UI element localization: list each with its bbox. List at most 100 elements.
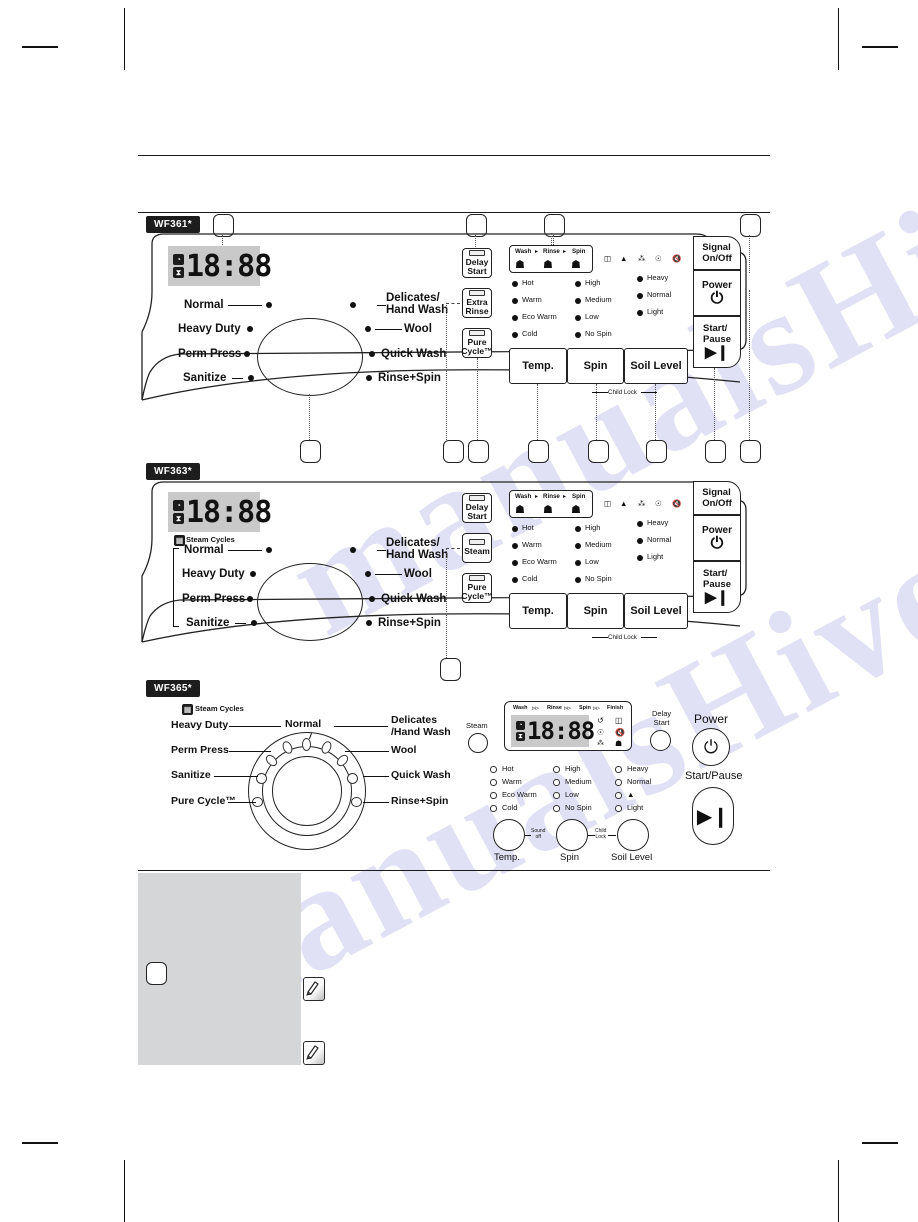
cycle-dot	[365, 326, 371, 332]
arrow-icon: ▸	[563, 248, 567, 255]
option-eco-warm-wf363: Eco Warm	[522, 557, 557, 566]
option-no-spin-wf363: No Spin	[585, 574, 612, 583]
button-soil-level-wf361[interactable]: Soil Level	[624, 348, 688, 384]
button-label: Start/ Pause	[703, 323, 731, 345]
button-delay-start-wf365[interactable]	[650, 730, 671, 751]
button-delay-start-wf361[interactable]: Delay Start	[462, 248, 492, 278]
button-start-pause-wf365[interactable]: ▶❙	[692, 787, 734, 845]
button-steam-wf363[interactable]: Steam	[462, 533, 492, 563]
led-dot	[637, 310, 643, 316]
crop-mark-top-right	[838, 8, 839, 70]
led-dot	[512, 577, 518, 583]
button-label: Pure Cycle™	[461, 336, 493, 356]
cycle-dial-wf361[interactable]	[257, 318, 363, 396]
knob-label-temp-wf365: Temp.	[494, 852, 520, 863]
button-led	[469, 574, 485, 581]
button-extra-rinse-wf361[interactable]: Extra Rinse	[462, 288, 492, 318]
button-power-wf361[interactable]: Power ⏻	[693, 270, 741, 316]
progress-step-wash: Wash	[515, 248, 532, 255]
button-soil-level-wf363[interactable]: Soil Level	[624, 593, 688, 629]
dial-slot	[256, 773, 267, 784]
cycle-dot	[247, 326, 253, 332]
child-lock-label-wf365: Child Lock	[595, 828, 607, 840]
cycle-dot	[244, 351, 250, 357]
callout-wf361-bot-2[interactable]	[443, 440, 464, 463]
knob-spin-wf365[interactable]	[556, 819, 588, 851]
knob-soil-level-wf365[interactable]	[617, 819, 649, 851]
led-dot	[575, 577, 581, 583]
callout-wf361-bot-3[interactable]	[468, 440, 489, 463]
button-spin-wf361[interactable]: Spin	[567, 348, 624, 384]
hourglass-icon: ⧗	[173, 267, 184, 278]
display-digits: 18:88	[186, 494, 272, 530]
key-lock-icon: ⁂	[638, 254, 646, 263]
option-normal-wf361: Normal	[647, 290, 672, 299]
leader-hair	[608, 835, 616, 836]
model-badge-wf361: WF361*	[146, 216, 200, 233]
clock-icon: ◔	[173, 500, 184, 511]
led-hot-wf365	[490, 766, 497, 773]
led-high-wf365	[553, 766, 560, 773]
button-spin-wf363[interactable]: Spin	[567, 593, 624, 629]
callout-wf361-bot-8[interactable]	[740, 440, 761, 463]
leader-hair	[214, 776, 258, 777]
cycle-label-rinse-spin-wf363: Rinse+Spin	[378, 617, 441, 629]
button-signal-onoff-wf361[interactable]: Signal On/Off	[693, 236, 741, 270]
steam-cycles-label-wf365: Steam Cycles	[195, 704, 244, 713]
progress-indicator-wf361: Wash ▸ Rinse ▸ Spin ☗ ☗ ☗	[509, 245, 593, 273]
led-heavy-wf365	[615, 766, 622, 773]
leader-hair	[363, 776, 389, 777]
delay-icon: ↺	[597, 716, 604, 725]
button-power-wf365[interactable]: ⏻	[692, 728, 730, 766]
rinse-basket-icon: ☗	[543, 259, 553, 271]
progress-step-finish: Finish	[607, 705, 624, 711]
manual-page: manualsHive manualsHive WF361* ◔ ⧗ 18:88…	[0, 0, 918, 1222]
callout-wf361-bot-6[interactable]	[646, 440, 667, 463]
callout-footer[interactable]	[146, 962, 167, 985]
arrow-icon: ▸	[535, 493, 539, 500]
display-indicator-icons: ◔ ⧗	[516, 721, 525, 741]
leader-line	[714, 368, 715, 442]
leader-hair	[592, 392, 608, 393]
button-power-wf363[interactable]: Power ⏻	[693, 515, 741, 561]
callout-wf363-bot-1[interactable]	[440, 658, 461, 681]
button-temp-wf361[interactable]: Temp.	[509, 348, 567, 384]
leader-hair	[229, 751, 271, 752]
led-dot	[637, 521, 643, 527]
button-steam-wf365[interactable]	[468, 733, 488, 753]
leader-hair	[641, 637, 657, 638]
cycle-label-heavy-duty-wf363: Heavy Duty	[182, 568, 245, 580]
cycle-dial-wf363[interactable]	[257, 563, 363, 641]
callout-wf361-bot-7[interactable]	[705, 440, 726, 463]
led-cold-wf365	[490, 805, 497, 812]
knob-temp-wf365[interactable]	[493, 819, 525, 851]
button-pure-cycle-wf363[interactable]: Pure Cycle™	[461, 573, 493, 603]
display-wf363: ◔ ⧗ 18:88	[168, 492, 272, 532]
clock-icon: ◔	[516, 721, 525, 730]
button-label: Signal On/Off	[702, 242, 732, 264]
bucket-icon: ◫	[615, 716, 623, 725]
option-hot-wf365: Hot	[502, 764, 514, 773]
dial-label-delicates-wf365: Delicates /Hand Wash	[391, 714, 451, 738]
callout-wf361-bot-1[interactable]	[300, 440, 321, 463]
button-label: Delay Start	[465, 256, 489, 276]
leader-line	[446, 303, 447, 442]
cycle-dot	[350, 302, 356, 308]
power-icon: ⏻	[703, 736, 719, 757]
button-start-pause-wf361[interactable]: Start/ Pause ▶❙	[693, 316, 741, 368]
led-dot	[575, 560, 581, 566]
button-delay-start-wf363[interactable]: Delay Start	[462, 493, 492, 523]
arrow-icon: ▸	[563, 493, 567, 500]
button-label: Spin	[583, 605, 608, 617]
callout-wf361-bot-5[interactable]	[588, 440, 609, 463]
callout-wf361-bot-4[interactable]	[528, 440, 549, 463]
button-temp-wf363[interactable]: Temp.	[509, 593, 567, 629]
option-warm-wf363: Warm	[522, 540, 542, 549]
cycle-dial-hub-wf365[interactable]	[272, 756, 342, 826]
button-led	[469, 539, 485, 546]
door-lock-icon: ☉	[597, 728, 605, 737]
button-pure-cycle-wf361[interactable]: Pure Cycle™	[461, 328, 493, 358]
button-start-pause-wf363[interactable]: Start/ Pause ▶❙	[693, 561, 741, 613]
button-signal-onoff-wf363[interactable]: Signal On/Off	[693, 481, 741, 515]
cycle-label-heavy-duty-wf361: Heavy Duty	[178, 323, 241, 335]
